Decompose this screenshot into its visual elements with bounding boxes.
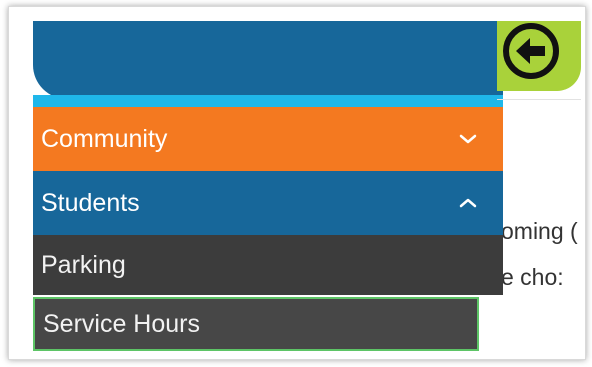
- submenu-item-service-hours[interactable]: Service Hours: [33, 297, 479, 351]
- submenu-item-parking[interactable]: Parking: [33, 235, 503, 295]
- menu-item-label: Community: [41, 124, 168, 153]
- back-arrow-icon[interactable]: [503, 23, 559, 79]
- chevron-up-icon: [459, 198, 477, 208]
- submenu-item-label: Parking: [41, 250, 126, 279]
- screenshot-frame: oming ( e cho: Community Students Parkin…: [8, 6, 586, 360]
- header-bar: [33, 21, 503, 99]
- header-divider: [497, 99, 581, 100]
- menu-item-students[interactable]: Students: [33, 171, 503, 235]
- chevron-down-icon: [459, 134, 477, 144]
- background-text-line-2: e cho:: [501, 264, 564, 290]
- background-text-line-1: oming (: [501, 218, 578, 244]
- menu-item-community[interactable]: Community: [33, 107, 503, 171]
- side-menu: Community Students Parking Service Hours: [33, 107, 503, 351]
- menu-item-label: Students: [41, 188, 140, 217]
- submenu-item-label: Service Hours: [43, 309, 200, 338]
- back-arrow-glyph: [516, 38, 545, 64]
